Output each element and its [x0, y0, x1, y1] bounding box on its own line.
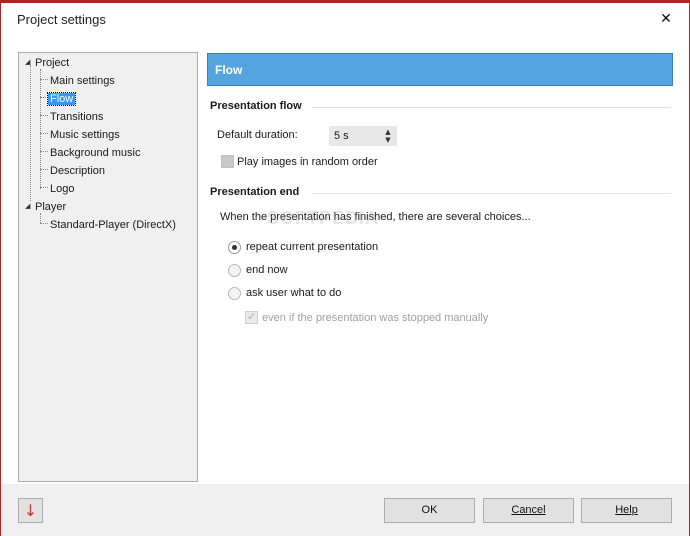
title-bar: Project settings ✕ [1, 3, 689, 36]
tree-item-label: Music settings [50, 129, 120, 141]
default-duration-label: Default duration: [217, 129, 298, 141]
tree-item-label: Project [35, 57, 70, 69]
tree-item-main-settings[interactable]: Main settings [48, 73, 117, 89]
tree-item-description[interactable]: Description [48, 163, 107, 179]
tree-item-label: Main settings [50, 75, 115, 87]
panel-header-title: Flow [215, 63, 243, 77]
random-order-checkbox[interactable] [221, 155, 234, 168]
tree-item-standard-player[interactable]: Standard-Player (DirectX) [48, 217, 178, 233]
ask-user-radio[interactable] [228, 287, 241, 300]
end-now-radio[interactable] [228, 264, 241, 277]
cancel-button-label: Cancel [511, 504, 546, 516]
end-now-label: end now [246, 264, 288, 276]
presentation-flow-title: Presentation flow [210, 100, 302, 112]
check-icon: ✓ [247, 310, 257, 323]
watermark: SOFTPEDIA [267, 208, 380, 228]
down-arrow-button[interactable]: ↓ [18, 498, 43, 523]
stopped-manually-checkbox[interactable]: ✓ [245, 310, 258, 324]
flow-settings-panel: Flow Presentation flow Default duration:… [207, 53, 673, 473]
tree-item-label: Flow [46, 92, 77, 106]
random-order-label: Play images in random order [237, 156, 378, 168]
close-icon[interactable]: ✕ [657, 10, 675, 28]
repeat-presentation-label: repeat current presentation [246, 241, 379, 253]
window-title: Project settings [17, 12, 106, 27]
section-divider [312, 107, 671, 108]
presentation-end-title: Presentation end [210, 186, 300, 198]
tree-item-label: Standard-Player (DirectX) [50, 219, 176, 231]
tree-item-flow[interactable]: Flow [46, 91, 77, 107]
tree-item-logo[interactable]: Logo [48, 181, 76, 197]
ask-user-label: ask user what to do [246, 287, 342, 299]
tree-item-project[interactable]: Project [33, 55, 71, 71]
tree-item-label: Logo [50, 183, 75, 195]
expand-project-icon[interactable]: ◢ [25, 59, 32, 66]
settings-tree[interactable]: ◢ Project Main settings Flow Transitions… [18, 52, 198, 482]
ok-button[interactable]: OK [384, 498, 475, 523]
cancel-button[interactable]: Cancel [483, 498, 574, 523]
help-button-label: Help [615, 504, 638, 516]
tree-item-background-music[interactable]: Background music [48, 145, 143, 161]
project-settings-window: Project settings ✕ ◢ Project Main settin… [0, 0, 690, 536]
tree-item-music-settings[interactable]: Music settings [48, 127, 122, 143]
tree-item-player[interactable]: Player [33, 199, 68, 215]
section-divider [312, 193, 671, 194]
tree-item-transitions[interactable]: Transitions [48, 109, 105, 125]
tree-item-label: Player [35, 201, 67, 213]
tree-item-label: Description [50, 165, 106, 177]
duration-value: 5 s [334, 130, 349, 142]
expand-player-icon[interactable]: ◢ [25, 203, 32, 210]
spin-up-icon[interactable]: ▲ [383, 128, 393, 136]
tree-item-label: Background music [50, 147, 141, 159]
spin-down-icon[interactable]: ▼ [383, 136, 393, 144]
dialog-body: ◢ Project Main settings Flow Transitions… [1, 36, 689, 484]
tree-item-label: Transitions [50, 111, 104, 123]
stopped-manually-label: even if the presentation was stopped man… [262, 312, 489, 324]
help-button[interactable]: Help [581, 498, 672, 523]
duration-spinner[interactable]: 5 s ▲ ▼ [329, 126, 397, 146]
panel-header: Flow [207, 53, 673, 86]
repeat-presentation-radio[interactable] [228, 241, 241, 254]
